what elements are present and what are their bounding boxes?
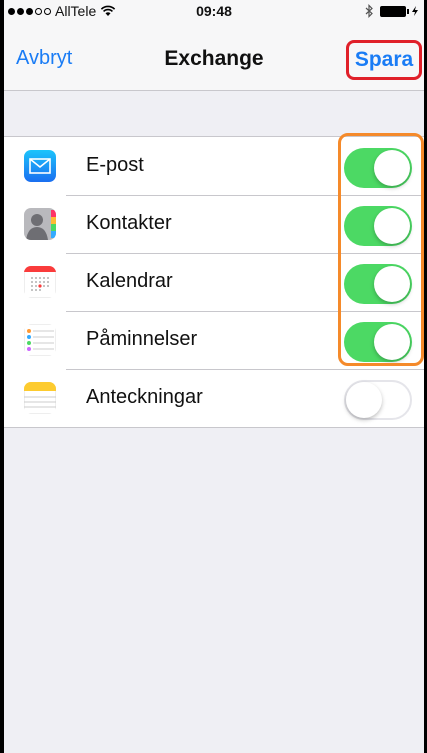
calendar-icon [24,266,56,298]
reminders-icon [24,324,56,356]
calendar-toggle[interactable] [344,264,412,304]
bluetooth-icon [365,4,373,18]
contacts-toggle[interactable] [344,206,412,246]
toggle-knob [374,324,410,360]
row-mail: E-post [4,137,424,195]
row-reminders: Påminnelser [4,311,424,369]
row-contacts: Kontakter [4,195,424,253]
status-bar: AllTele 09:48 [4,0,424,24]
row-calendar: Kalendrar [4,253,424,311]
sync-settings-list: E-post Kontakter Kalendrar Påminnelser A… [4,136,424,428]
battery-icon [380,5,409,17]
row-notes: Anteckningar [4,369,424,427]
row-label: E-post [86,154,144,176]
toggle-knob [346,382,382,418]
status-time: 09:48 [196,3,232,19]
row-label: Kalendrar [86,270,173,292]
mail-toggle[interactable] [344,148,412,188]
status-right [365,4,418,18]
charging-icon [412,6,418,16]
contacts-icon [24,208,56,240]
mail-icon [24,150,56,182]
navigation-bar: Avbryt Exchange Spara [4,24,424,91]
notes-icon [24,382,56,414]
toggle-knob [374,266,410,302]
toggle-knob [374,150,410,186]
row-label: Påminnelser [86,328,198,350]
row-label: Anteckningar [86,386,203,408]
save-button[interactable]: Spara [346,40,422,80]
reminders-toggle[interactable] [344,322,412,362]
screen: AllTele 09:48 Avbryt Exchange Spara E-po… [4,0,424,753]
row-label: Kontakter [86,212,172,234]
notes-toggle[interactable] [344,380,412,420]
toggle-knob [374,208,410,244]
